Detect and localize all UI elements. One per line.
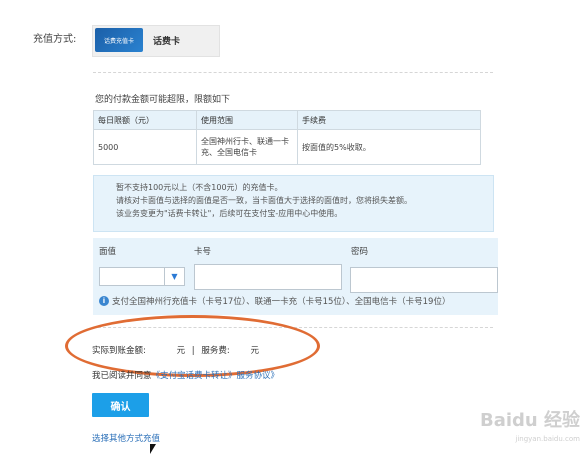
chevron-down-icon[interactable]: ▼ <box>164 268 184 285</box>
highlight-ellipse <box>65 315 320 377</box>
recharge-method-label: 充值方式: <box>33 34 77 45</box>
limit-notice: 您的付款金额可能超限，限额如下 <box>95 95 231 105</box>
scope-cell: 全国神州行卡、联通一卡充、全国电信卡 <box>196 129 298 165</box>
other-method-link[interactable]: 选择其他方式充值 <box>92 432 160 444</box>
agreement-line: 我已阅读并同意《支付宝话费卡转让》服务协议》 <box>92 369 279 381</box>
card-number-label: 卡号 <box>194 247 212 257</box>
table-header: 使用范围 <box>196 110 298 130</box>
password-input[interactable] <box>350 267 498 293</box>
info-box: 暂不支持100元以上（不含100元）的充值卡。 请核对卡面值与选择的面值是否一致… <box>93 175 494 232</box>
card-form: 面值 卡号 密码 ▼ i 支付全国神州行充值卡（卡号17位）、联通一卡充（卡号1… <box>93 238 498 315</box>
info-icon: i <box>99 296 109 306</box>
baidu-watermark: Baidu 经验 jingyan.baidu.com <box>480 412 580 448</box>
agreement-prefix: 我已阅读并同意 <box>92 371 152 381</box>
watermark-brand: Baidu 经验 <box>479 410 580 431</box>
table-header: 每日限额（元） <box>93 110 197 130</box>
phone-card-option[interactable]: 话费充值卡 话费卡 <box>92 25 220 57</box>
watermark-domain: jingyan.baidu.com <box>515 435 580 443</box>
phone-card-image: 话费充值卡 <box>95 28 143 52</box>
table-header-row: 每日限额（元） 使用范围 手续费 <box>93 110 481 130</box>
supported-cards-note: i 支付全国神州行充值卡（卡号17位）、联通一卡充（卡号15位）、全国电信卡（卡… <box>99 295 450 307</box>
table-row: 5000 全国神州行卡、联通一卡充、全国电信卡 按面值的5%收取。 <box>93 129 481 165</box>
supported-cards-text: 支付全国神州行充值卡（卡号17位）、联通一卡充（卡号15位）、全国电信卡（卡号1… <box>112 297 451 307</box>
agreement-link[interactable]: 《支付宝话费卡转让》服务协议》 <box>152 371 280 381</box>
phone-card-name: 话费卡 <box>153 37 181 47</box>
table-header: 手续费 <box>297 110 481 130</box>
mouse-cursor-icon <box>150 444 156 454</box>
info-line: 暂不支持100元以上（不含100元）的充值卡。 <box>116 183 283 192</box>
daily-limit-cell: 5000 <box>93 129 197 165</box>
fee-cell: 按面值的5%收取。 <box>297 129 481 165</box>
card-number-input[interactable] <box>194 264 342 290</box>
password-label: 密码 <box>351 247 369 257</box>
face-value-label: 面值 <box>99 247 117 257</box>
confirm-button[interactable]: 确认 <box>92 393 149 417</box>
limits-table: 每日限额（元） 使用范围 手续费 5000 全国神州行卡、联通一卡充、全国电信卡… <box>93 110 481 165</box>
info-line: 请核对卡面值与选择的面值是否一致，当卡面值大于选择的面值时，您将损失差额。 <box>116 196 412 205</box>
divider <box>93 72 493 73</box>
info-line: 该业务变更为"话费卡转让"，后续可在支付宝-应用中心中使用。 <box>116 209 343 218</box>
face-value-select[interactable]: ▼ <box>99 267 185 286</box>
